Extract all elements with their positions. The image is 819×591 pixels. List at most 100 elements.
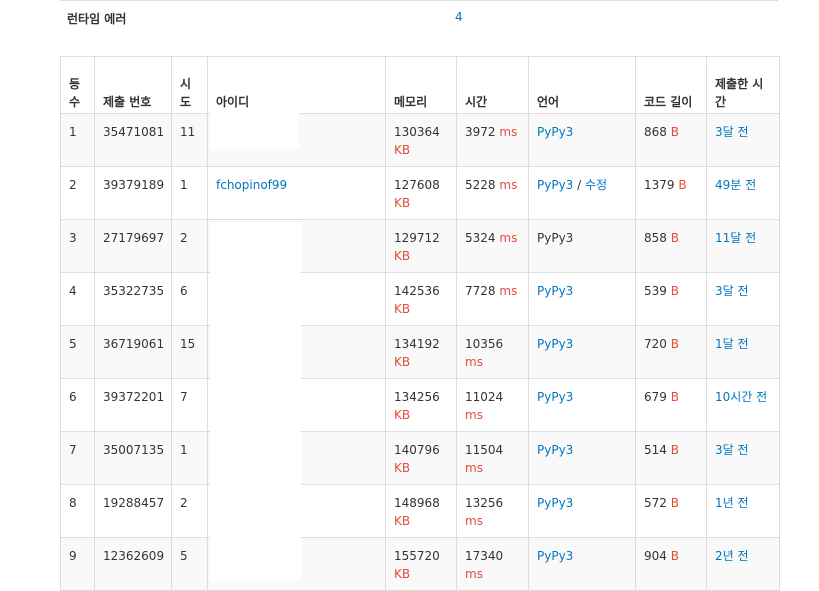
submitted-cell: 1달 전 <box>706 325 780 379</box>
time-cell: 7728 ms <box>456 272 529 326</box>
submission-id-cell: 19288457 <box>94 484 172 538</box>
submitted-cell: 3달 전 <box>706 113 780 167</box>
code-length-cell: 720 B <box>635 325 707 379</box>
table-row: 1 35471081 11 130364 KB 3972 ms PyPy3 868 B 3달 전 <box>60 113 780 167</box>
code-length-cell: 868 B <box>635 113 707 167</box>
col-time-header: 시간 <box>456 56 529 114</box>
runtime-error-row: 런타임 에러 4 <box>60 1 778 35</box>
language-link[interactable]: PyPy3 <box>537 284 573 298</box>
submission-id-cell: 39379189 <box>94 166 172 220</box>
code-length-value: 514 <box>644 443 667 457</box>
time-value: 11504 <box>465 443 504 457</box>
code-length-value: 679 <box>644 390 667 404</box>
col-attempts-header: 시도 <box>171 56 208 114</box>
runtime-error-label: 런타임 에러 <box>67 12 127 26</box>
language-link[interactable]: PyPy3 <box>537 337 573 351</box>
submitted-time-link[interactable]: 1년 전 <box>715 496 749 510</box>
submitted-time-link[interactable]: 3달 전 <box>715 443 749 457</box>
submitted-time-link[interactable]: 11달 전 <box>715 231 756 245</box>
time-unit: ms <box>465 461 483 475</box>
time-cell: 5324 ms <box>456 219 529 273</box>
code-length-value: 539 <box>644 284 667 298</box>
submitted-time-link[interactable]: 2년 전 <box>715 549 749 563</box>
rank-cell: 4 <box>60 272 95 326</box>
col-memory-header: 메모리 <box>385 56 457 114</box>
col-submission-header: 제출 번호 <box>94 56 172 114</box>
code-length-value: 868 <box>644 125 667 139</box>
edit-link[interactable]: 수정 <box>585 178 607 192</box>
language-cell: PyPy3 <box>528 272 636 326</box>
runtime-error-count-link[interactable]: 4 <box>455 10 463 24</box>
memory-value: 155720 <box>394 549 440 563</box>
length-unit: B <box>670 443 679 457</box>
attempts-cell: 11 <box>171 113 208 167</box>
memory-cell: 155720 KB <box>385 537 457 591</box>
time-cell: 5228 ms <box>456 166 529 220</box>
submitted-cell: 10시간 전 <box>706 378 780 432</box>
code-length-value: 1379 <box>644 178 675 192</box>
language-link[interactable]: PyPy3 <box>537 496 573 510</box>
memory-unit: KB <box>394 196 411 210</box>
length-unit: B <box>678 178 687 192</box>
attempts-cell: 2 <box>171 219 208 273</box>
submitted-time-link[interactable]: 3달 전 <box>715 125 749 139</box>
time-value: 10356 <box>465 337 504 351</box>
time-value: 17340 <box>465 549 504 563</box>
attempts-cell: 5 <box>171 537 208 591</box>
col-code-length-header: 코드 길이 <box>635 56 707 114</box>
length-unit: B <box>670 390 679 404</box>
col-user-header: 아이디 <box>207 56 386 114</box>
user-link[interactable]: fchopinof99 <box>216 178 287 192</box>
time-cell: 17340 ms <box>456 537 529 591</box>
time-cell: 11024 ms <box>456 378 529 432</box>
submitted-time-link[interactable]: 3달 전 <box>715 284 749 298</box>
redaction-block <box>210 111 299 149</box>
memory-value: 127608 <box>394 178 440 192</box>
submitted-cell: 1년 전 <box>706 484 780 538</box>
attempts-cell: 6 <box>171 272 208 326</box>
code-length-cell: 858 B <box>635 219 707 273</box>
language-link[interactable]: PyPy3 <box>537 178 573 192</box>
language-link[interactable]: PyPy3 <box>537 390 573 404</box>
code-length-value: 904 <box>644 549 667 563</box>
user-cell: fchopinof99 <box>207 166 386 220</box>
language-link[interactable]: PyPy3 <box>537 443 573 457</box>
time-cell: 13256 ms <box>456 484 529 538</box>
language-link[interactable]: PyPy3 <box>537 549 573 563</box>
rank-cell: 3 <box>60 219 95 273</box>
memory-cell: 134192 KB <box>385 325 457 379</box>
memory-value: 129712 <box>394 231 440 245</box>
submitted-cell: 3달 전 <box>706 272 780 326</box>
time-unit: ms <box>499 284 518 298</box>
submission-id-cell: 27179697 <box>94 219 172 273</box>
table-row: 7 35007135 1 140796 KB 11504 ms PyPy3 514 B 3달 전 <box>60 431 780 485</box>
rank-cell: 8 <box>60 484 95 538</box>
table-header-row: 등수 제출 번호 시도 아이디 메모리 시간 언어 코드 길이 제출한 시간 <box>60 56 780 114</box>
time-value: 5228 <box>465 178 496 192</box>
memory-unit: KB <box>394 408 411 422</box>
language-link[interactable]: PyPy3 <box>537 125 573 139</box>
code-length-cell: 572 B <box>635 484 707 538</box>
submission-id-cell: 36719061 <box>94 325 172 379</box>
time-unit: ms <box>465 408 483 422</box>
attempts-cell: 1 <box>171 166 208 220</box>
submitted-cell: 2년 전 <box>706 537 780 591</box>
code-length-cell: 539 B <box>635 272 707 326</box>
time-cell: 3972 ms <box>456 113 529 167</box>
language-cell: PyPy3 <box>528 537 636 591</box>
col-rank-header: 등수 <box>60 56 95 114</box>
memory-unit: KB <box>394 302 411 316</box>
rank-cell: 9 <box>60 537 95 591</box>
submission-id-cell: 35471081 <box>94 113 172 167</box>
submission-id-cell: 39372201 <box>94 378 172 432</box>
submitted-time-link[interactable]: 10시간 전 <box>715 390 767 404</box>
submitted-time-link[interactable]: 1달 전 <box>715 337 749 351</box>
language-cell: PyPy3 <box>528 484 636 538</box>
rank-cell: 7 <box>60 431 95 485</box>
memory-value: 130364 <box>394 125 440 139</box>
memory-value: 134256 <box>394 390 440 404</box>
language-cell: PyPy3 / 수정 <box>528 166 636 220</box>
submitted-cell: 49분 전 <box>706 166 780 220</box>
table-row: 6 39372201 7 134256 KB 11024 ms PyPy3 679 B 10시간 … <box>60 378 780 432</box>
submitted-time-link[interactable]: 49분 전 <box>715 178 756 192</box>
